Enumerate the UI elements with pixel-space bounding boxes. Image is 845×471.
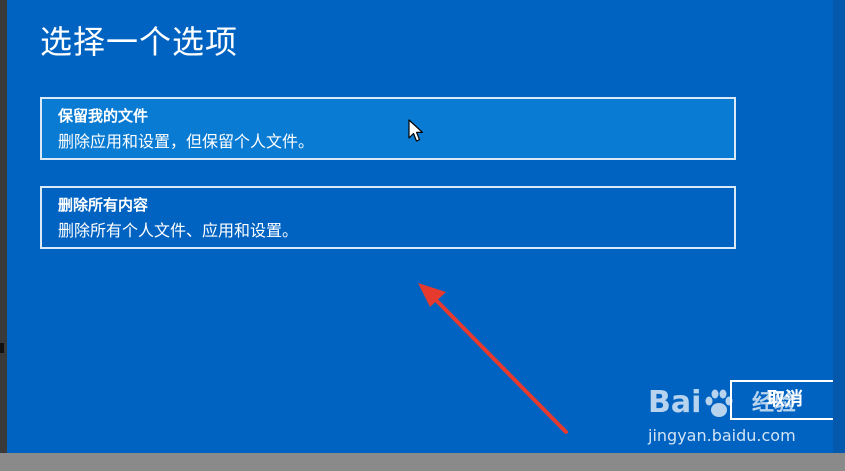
option-keep-my-files[interactable]: 保留我的文件 删除应用和设置，但保留个人文件。 [40, 97, 736, 160]
option-description: 删除所有个人文件、应用和设置。 [58, 221, 299, 240]
option-remove-everything[interactable]: 删除所有内容 删除所有个人文件、应用和设置。 [40, 186, 736, 249]
mouse-pointer-icon [408, 119, 424, 142]
screen-bottom-bezel [0, 453, 845, 471]
option-title: 删除所有内容 [58, 196, 149, 214]
option-description: 删除应用和设置，但保留个人文件。 [58, 132, 315, 151]
cancel-button[interactable]: 取消 [730, 380, 840, 420]
bezel-mark [0, 343, 4, 353]
page-title: 选择一个选项 [40, 23, 239, 61]
recovery-screen: 选择一个选项 保留我的文件 删除应用和设置，但保留个人文件。 删除所有内容 删除… [0, 0, 845, 453]
option-title: 保留我的文件 [58, 107, 149, 125]
screen-right-edge [833, 0, 845, 453]
